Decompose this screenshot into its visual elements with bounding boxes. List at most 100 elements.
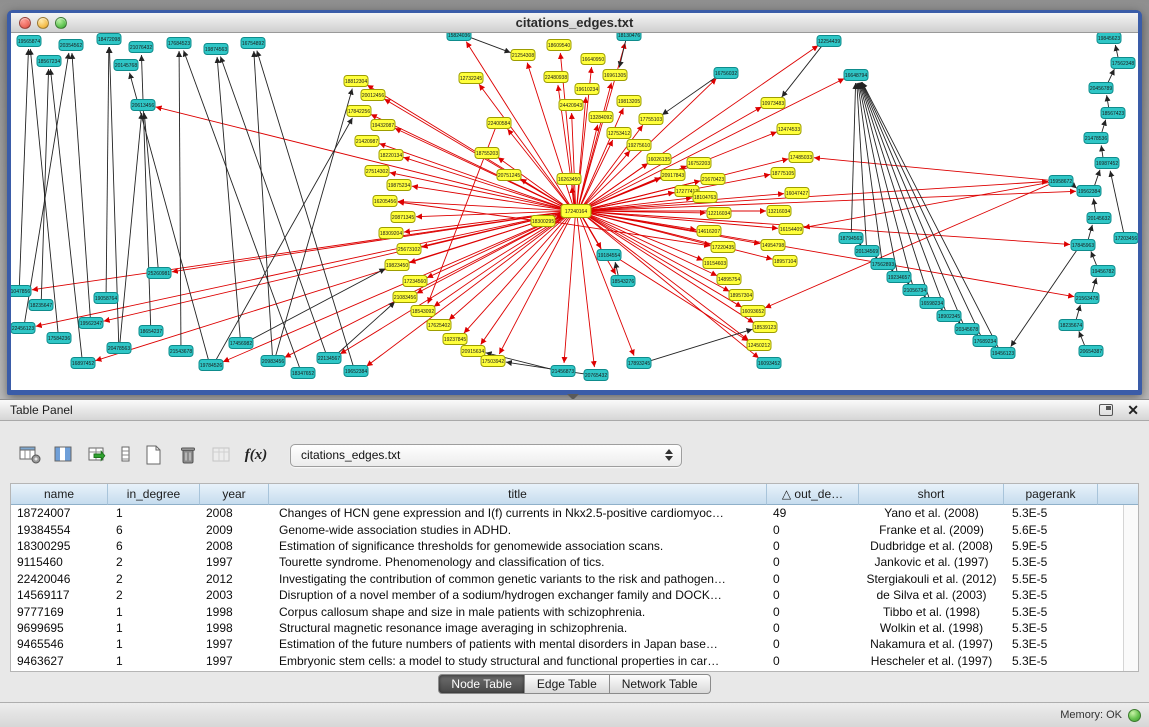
graph-edge[interactable]	[337, 302, 395, 354]
graph-edge[interactable]	[584, 215, 759, 358]
graph-node[interactable]: 14616207	[697, 226, 721, 237]
graph-node[interactable]: 16093652	[741, 306, 765, 317]
graph-node[interactable]: 16897452	[71, 358, 95, 369]
graph-node[interactable]: 18220134	[379, 150, 403, 161]
table-row[interactable]: 977716911998Corpus callosum shape and si…	[11, 603, 1138, 619]
row-options-icon[interactable]	[116, 439, 136, 471]
graph-edge[interactable]	[72, 53, 90, 317]
graph-node[interactable]: 17240164	[561, 205, 591, 218]
graph-node[interactable]: 15824036	[447, 33, 471, 41]
close-panel-icon[interactable]: ✕	[1127, 403, 1139, 417]
graph-edge[interactable]	[1107, 95, 1109, 107]
graph-node[interactable]: 18472098	[97, 34, 121, 45]
graph-edge[interactable]	[1102, 120, 1106, 133]
graph-node[interactable]: 18812304	[344, 76, 368, 87]
graph-node[interactable]: 19237845	[443, 334, 467, 345]
rename-table-icon[interactable]	[206, 439, 238, 471]
select-columns-icon[interactable]	[48, 439, 80, 471]
graph-node[interactable]: 18654237	[139, 326, 163, 337]
float-panel-icon[interactable]	[1099, 404, 1113, 416]
graph-edge[interactable]	[1101, 145, 1103, 157]
graph-node[interactable]: 16598234	[920, 298, 944, 309]
close-window-icon[interactable]	[19, 17, 31, 29]
graph-node[interactable]: 20354562	[59, 40, 83, 51]
graph-node[interactable]: 21456873	[551, 366, 575, 377]
graph-node[interactable]: 21478536	[1084, 133, 1108, 144]
graph-node[interactable]: 17562348	[1111, 58, 1135, 69]
graph-edge[interactable]	[179, 51, 181, 345]
graph-node[interactable]: 16987452	[1095, 158, 1119, 169]
graph-node[interactable]: 22400584	[487, 118, 511, 129]
graph-node[interactable]: 19456123	[991, 348, 1015, 359]
graph-node[interactable]: 13216034	[767, 206, 791, 217]
graph-node[interactable]: 19874563	[204, 44, 228, 55]
window-titlebar[interactable]: citations_edges.txt	[11, 13, 1138, 33]
graph-node[interactable]: 12753412	[607, 128, 631, 139]
graph-node[interactable]: 18794563	[839, 233, 863, 244]
graph-node[interactable]: 16205456	[373, 196, 397, 207]
graph-node[interactable]: 25260981	[147, 268, 171, 279]
graph-node[interactable]: 19565874	[17, 36, 41, 47]
graph-node[interactable]: 19823450	[385, 260, 409, 271]
graph-node[interactable]: 10973483	[761, 98, 785, 109]
graph-node[interactable]: 22456123	[11, 323, 35, 334]
graph-edge[interactable]	[1091, 251, 1097, 266]
graph-node[interactable]: 19813205	[617, 96, 641, 107]
tab-edge-table[interactable]: Edge Table	[525, 674, 610, 694]
graph-edge[interactable]	[403, 157, 566, 209]
table-row[interactable]: 969969511998Structural magnetic resonanc…	[11, 620, 1138, 636]
graph-node[interactable]: 12732245	[459, 73, 483, 84]
graph-node[interactable]: 19562384	[1077, 186, 1101, 197]
graph-node[interactable]: 20765432	[584, 370, 608, 381]
graph-edge[interactable]	[649, 329, 753, 361]
graph-edge[interactable]	[859, 83, 897, 271]
graph-node[interactable]: 20456789	[1089, 83, 1113, 94]
graph-edge[interactable]	[581, 140, 613, 206]
table-row[interactable]: 1456911722003Disruption of a novel membe…	[11, 587, 1138, 603]
graph-node[interactable]: 18539123	[753, 322, 777, 333]
graph-edge[interactable]	[1115, 45, 1118, 58]
graph-node[interactable]: 19058764	[94, 293, 118, 304]
graph-node[interactable]: 16961305	[603, 70, 627, 81]
graph-node[interactable]: 20915634	[461, 346, 485, 357]
graph-node[interactable]: 18567234	[37, 56, 61, 67]
graph-edge[interactable]	[586, 191, 1076, 210]
graph-node[interactable]: 20613456	[131, 100, 155, 111]
graph-node[interactable]: 18775105	[771, 168, 795, 179]
graph-node[interactable]: 21543678	[169, 346, 193, 357]
graph-edge[interactable]	[184, 50, 300, 367]
graph-node[interactable]: 16093452	[757, 358, 781, 369]
graph-edge[interactable]	[95, 213, 566, 361]
graph-node[interactable]: 18235674	[1059, 320, 1083, 331]
graph-edge[interactable]	[858, 83, 882, 258]
graph-node[interactable]: 19184554	[597, 250, 621, 261]
graph-node[interactable]: 21420987	[355, 136, 379, 147]
graph-edge[interactable]	[1094, 199, 1096, 213]
graph-node[interactable]: 14954798	[761, 240, 785, 251]
graph-node[interactable]: 16047427	[785, 188, 809, 199]
graph-node[interactable]: 18609540	[547, 40, 571, 51]
graph-node[interactable]: 20871345	[391, 212, 415, 223]
graph-node[interactable]: 19875234	[387, 180, 411, 191]
graph-node[interactable]: 20751245	[497, 170, 521, 181]
graph-edge[interactable]	[577, 217, 594, 367]
graph-edge[interactable]	[564, 217, 575, 363]
graph-node[interactable]: 17503942	[481, 356, 505, 367]
graph-node[interactable]: 20134569	[855, 246, 879, 257]
graph-node[interactable]: 16640950	[581, 54, 605, 65]
graph-node[interactable]: 20917843	[661, 170, 685, 181]
tab-network-table[interactable]: Network Table	[610, 674, 711, 694]
graph-node[interactable]: 19275610	[627, 140, 651, 151]
graph-edge[interactable]	[216, 118, 352, 360]
graph-edge[interactable]	[141, 55, 150, 325]
graph-edge[interactable]	[19, 49, 28, 285]
graph-node[interactable]: 17203456	[1114, 233, 1138, 244]
graph-node[interactable]: 18235647	[29, 300, 53, 311]
function-builder-icon[interactable]: f(x)	[240, 439, 272, 471]
table-row[interactable]: 946554611997Estimation of the future num…	[11, 636, 1138, 652]
graph-edge[interactable]	[814, 158, 1051, 181]
graph-node[interactable]: 16752203	[687, 158, 711, 169]
graph-edge[interactable]	[466, 42, 570, 206]
graph-node[interactable]: 19234657	[887, 272, 911, 283]
graph-node[interactable]: 22134567	[317, 353, 341, 364]
